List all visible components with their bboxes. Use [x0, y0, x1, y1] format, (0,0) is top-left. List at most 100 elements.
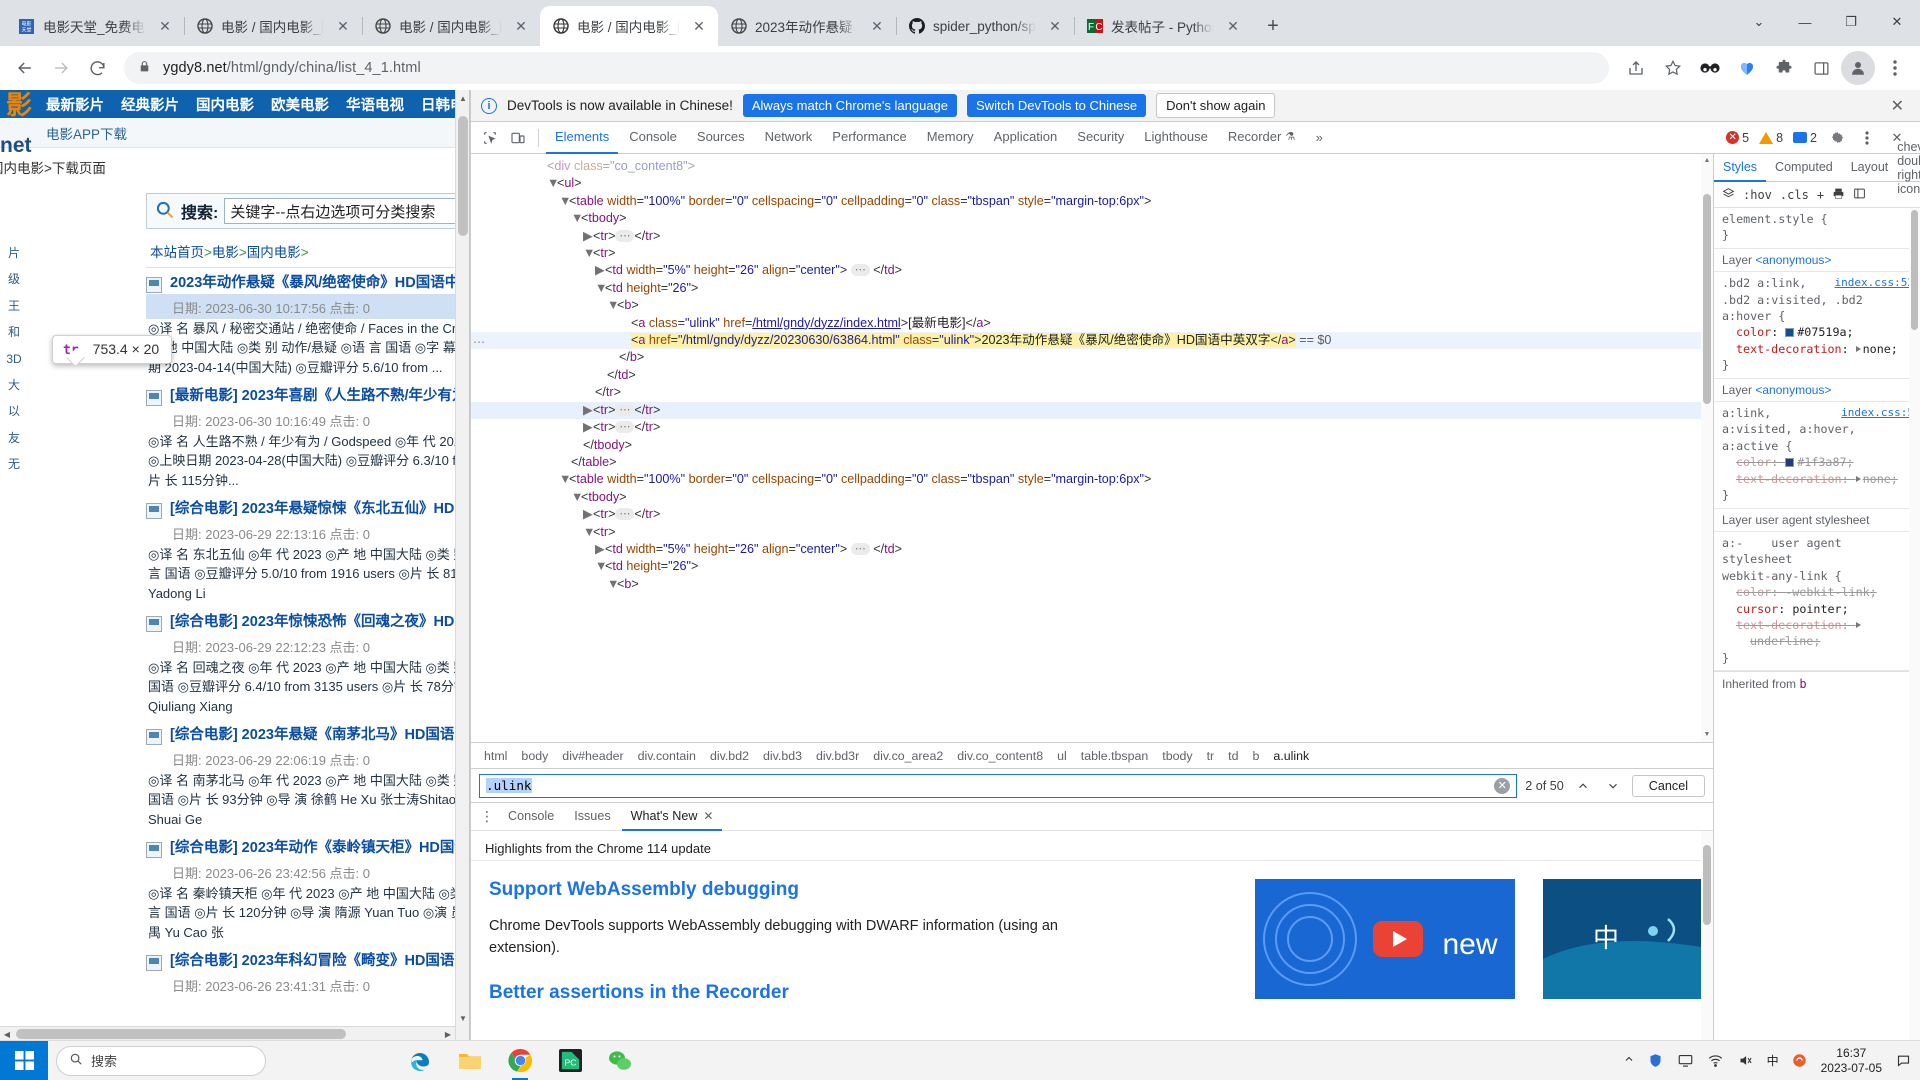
movie-title[interactable]: [综合电影] 2023年悬疑《南茅北马》HD国语中字	[170, 726, 469, 746]
chrome-icon[interactable]	[506, 1047, 534, 1080]
list-item[interactable]: [综合电影] 2023年悬疑惊悚《东北五仙》HD国语中字 日期: 2023-06…	[146, 494, 469, 607]
cancel-button[interactable]: Cancel	[1631, 774, 1705, 797]
browser-tab-7[interactable]: FC 发表帖子 - Python交 ✕	[1074, 6, 1252, 46]
dom-tree-line[interactable]: ▼<tbody>	[471, 210, 1713, 227]
scrollbar-thumb[interactable]	[458, 116, 468, 236]
reload-button[interactable]	[80, 51, 114, 85]
drawer-tab-issues[interactable]: Issues	[565, 803, 619, 831]
dom-tree-line[interactable]: <div class="co_content8">	[471, 158, 1713, 175]
rule-prop-color[interactable]: color: -webkit-link;	[1722, 584, 1914, 600]
collapse-triangle-icon[interactable]: ▼	[559, 471, 571, 488]
drawer-tab-whats-new[interactable]: What's New ✕	[621, 803, 723, 831]
rule-prop-cursor[interactable]: cursor: pointer;	[1722, 601, 1914, 617]
list-item[interactable]: [综合电影] 2023年动作《泰岭镇天柜》HD国语中字 日期: 2023-06-…	[146, 833, 469, 946]
side-link-8[interactable]: 无	[0, 451, 28, 477]
side-link-7[interactable]: 友	[0, 425, 28, 451]
side-link-2[interactable]: 王	[0, 293, 28, 319]
close-icon[interactable]: ✕	[1224, 17, 1242, 35]
styles-rules-list[interactable]: element.style { } Layer <anonymous> inde…	[1714, 208, 1920, 1040]
movie-title[interactable]: [最新电影] 2023年喜剧《人生路不熟/年少有为》HD国语中英双	[170, 387, 469, 407]
close-window-button[interactable]: ✕	[1874, 0, 1920, 44]
side-link-4[interactable]: 3D	[0, 346, 28, 372]
whats-new-item-title[interactable]: Support WebAssembly debugging	[489, 879, 1255, 901]
browser-tab-4-active[interactable]: 电影 / 国内电影_阳光 ✕	[540, 6, 718, 46]
movie-title[interactable]: [综合电影] 2023年科幻冒险《畸变》HD国语中字	[170, 952, 469, 972]
tab-performance[interactable]: Performance	[823, 122, 915, 154]
nav-item-2[interactable]: 国内电影	[196, 94, 254, 115]
breadcrumb-ul[interactable]: ul	[1050, 749, 1074, 763]
styles-scrollbar[interactable]	[1909, 208, 1920, 1040]
breadcrumb-div-contain[interactable]: div.contain	[631, 749, 703, 763]
share-icon[interactable]	[1619, 51, 1653, 85]
expand-triangle-icon[interactable]	[1855, 622, 1861, 629]
breadcrumb-html[interactable]: html	[477, 749, 514, 763]
side-link-5[interactable]: 大	[0, 372, 28, 398]
print-icon[interactable]	[1832, 187, 1845, 203]
tab-recorder[interactable]: Recorder ⚗	[1219, 122, 1304, 154]
warning-badge[interactable]: 8	[1756, 131, 1786, 145]
tab-elements[interactable]: Elements	[546, 122, 619, 154]
file-explorer-icon[interactable]	[456, 1047, 484, 1075]
rule-prop-text-decoration[interactable]: text-decoration: none;	[1722, 341, 1914, 357]
browser-tab-2[interactable]: 电影 / 国内电影_阳光 ✕	[184, 6, 363, 46]
puzzle-icon[interactable]	[1767, 51, 1801, 85]
scroll-down-arrow[interactable]: ▼	[456, 1010, 469, 1026]
close-icon[interactable]: ✕	[512, 17, 530, 35]
dom-tree-line[interactable]: ▶<tr> ⋯ </tr>	[471, 419, 1713, 436]
breadcrumb-china[interactable]: 国内电影	[247, 245, 301, 260]
close-icon[interactable]: ✕	[690, 17, 708, 35]
dom-tree-line[interactable]: ▶<tr> ⋯ </tr>	[471, 506, 1713, 523]
dom-tree-line[interactable]: ▼<b>	[471, 297, 1713, 314]
list-item[interactable]: 2023年动作悬疑《暴风/绝密使命》HD国语中英双字 日期: 2023-06-3…	[146, 268, 469, 381]
dom-tree-line[interactable]: ▼<tr>	[471, 245, 1713, 262]
expand-triangle-icon[interactable]: ▶	[595, 541, 605, 558]
tab-styles[interactable]: Styles	[1714, 154, 1767, 182]
style-rule-ua-any-link[interactable]: a:- user agent stylesheet webkit-any-lin…	[1714, 532, 1920, 672]
wechat-icon[interactable]	[606, 1047, 634, 1075]
taskbar-clock[interactable]: 16:37 2023-07-05	[1821, 1046, 1882, 1076]
rule-source-link[interactable]: index.css:52	[1835, 275, 1914, 291]
page-vertical-scrollbar[interactable]: ▲ ▼	[455, 90, 469, 1040]
layer-link[interactable]: <anonymous>	[1755, 383, 1831, 397]
scrollbar-thumb[interactable]	[1911, 210, 1918, 330]
dom-tree-line[interactable]: ▼<td height="26">	[471, 280, 1713, 297]
dom-tree-line[interactable]: </td>	[471, 367, 1713, 384]
collapse-triangle-icon[interactable]: ▼	[571, 489, 583, 506]
whats-new-item-title-2[interactable]: Better assertions in the Recorder	[489, 982, 1255, 1004]
dom-tree[interactable]: <div class="co_content8"> ▼<ul> ▼<table wi…	[471, 154, 1713, 742]
collapse-triangle-icon[interactable]: ▼	[607, 297, 619, 314]
dom-tree-scrollbar[interactable]: ▲ ▼	[1701, 154, 1713, 742]
search-input[interactable]: .ulink ✕	[479, 773, 1518, 798]
scroll-down-arrow[interactable]: ▼	[1701, 728, 1713, 742]
dom-tree-line[interactable]: </tbody>	[471, 437, 1713, 454]
ime-indicator[interactable]: 中	[1767, 1052, 1779, 1069]
scroll-up-arrow[interactable]: ▲	[1701, 154, 1713, 168]
pycharm-icon[interactable]: PC	[556, 1047, 584, 1075]
tray-expand-chevron-icon[interactable]	[1623, 1053, 1635, 1068]
dom-tree-line[interactable]: ▶<td width="5%" height="26" align="cente…	[471, 541, 1713, 558]
browser-tab-6[interactable]: spider_python/spide ✕	[896, 6, 1075, 46]
movie-title[interactable]: [综合电影] 2023年惊悚恐怖《回魂之夜》HD国语中字	[170, 613, 469, 633]
tab-network[interactable]: Network	[756, 122, 822, 154]
kebab-menu-icon[interactable]	[1878, 51, 1912, 85]
address-bar[interactable]: ygdy8.net/html/gndy/china/list_4_1.html	[124, 52, 1609, 84]
minimize-button[interactable]: —	[1782, 0, 1828, 44]
scroll-up-arrow[interactable]: ▲	[456, 90, 469, 106]
dont-show-again-button[interactable]: Don't show again	[1156, 93, 1276, 118]
kebab-menu-icon[interactable]: ⋮	[477, 808, 497, 825]
close-icon[interactable]: ✕	[1885, 96, 1910, 116]
nav-item-0[interactable]: 最新影片	[46, 94, 104, 115]
expand-triangle-icon[interactable]	[1855, 346, 1861, 353]
close-icon[interactable]: ✕	[1046, 17, 1064, 35]
error-badge[interactable]: ✕ 5	[1723, 131, 1752, 145]
breadcrumb-movies[interactable]: 电影	[212, 245, 239, 260]
collapse-triangle-icon[interactable]: ▼	[595, 558, 607, 575]
close-icon[interactable]: ✕	[334, 17, 352, 35]
close-icon[interactable]: ✕	[868, 17, 886, 35]
hov-toggle[interactable]: :hov	[1743, 188, 1772, 202]
sogou-icon[interactable]	[1791, 1052, 1809, 1070]
movie-title[interactable]: 2023年动作悬疑《暴风/绝密使命》HD国语中英双字	[170, 274, 469, 294]
collapse-triangle-icon[interactable]: ▼	[547, 175, 559, 192]
dom-tree-line[interactable]: ▼<table width="100%" border="0" cellspac…	[471, 471, 1713, 488]
wifi-icon[interactable]	[1707, 1052, 1725, 1070]
